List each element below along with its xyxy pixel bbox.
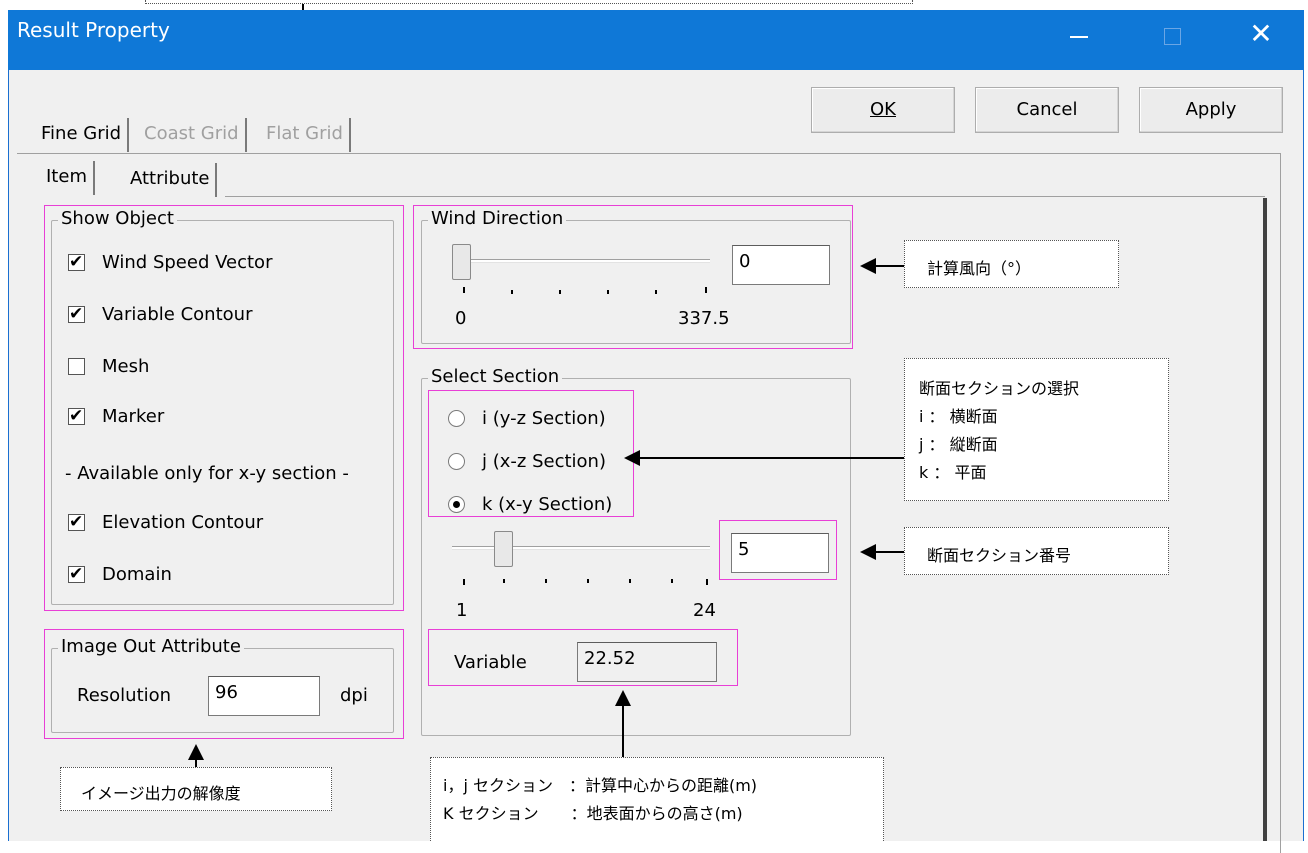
highlight-section-radios (428, 390, 634, 517)
slider-tick (463, 579, 465, 585)
callout-section-title: 断面セクションの選択 (919, 379, 1080, 398)
callout-image-resolution-text: イメージ出力の解像度 (81, 784, 241, 803)
callout-section-number: 断面セクション番号 (904, 527, 1169, 575)
panel-right-edge (1263, 198, 1267, 841)
select-section-legend: Select Section (428, 366, 563, 387)
title-bar (8, 10, 1304, 70)
top-callout-fragment (145, 0, 913, 4)
section-min-label: 1 (456, 600, 468, 621)
section-slider-track[interactable] (452, 546, 710, 550)
callout-image-resolution: イメージ出力の解像度 (60, 767, 332, 811)
slider-tick (629, 579, 631, 583)
callout-variable-line1: i，j セクション ：計算中心からの距離(m) (443, 776, 758, 795)
callout-variable: i，j セクション ：計算中心からの距離(m) K セクション ：地表面からの高… (430, 757, 884, 841)
highlight-variable (428, 629, 738, 686)
resolution-callout-arrow-head (188, 744, 204, 760)
ok-button[interactable]: OK (811, 87, 955, 133)
maximize-icon[interactable] (1164, 28, 1181, 45)
window-title: Result Property (17, 18, 170, 42)
tab-item[interactable]: Item (40, 161, 95, 195)
cancel-button-label: Cancel (1016, 99, 1078, 120)
ok-button-label: OK (870, 99, 896, 120)
tab-attribute[interactable]: Attribute (124, 163, 218, 197)
slider-tick (587, 579, 589, 583)
callout-wind-direction-text: 計算風向（°） (927, 259, 1032, 278)
tab-coast-grid[interactable]: Coast Grid (138, 118, 247, 152)
section-callout-arrow-line (640, 457, 904, 459)
section-callout-arrow-head (624, 450, 640, 466)
slider-tick (545, 579, 547, 583)
highlight-show-object (44, 205, 404, 611)
callout-section-i: i ： 横断面 (919, 407, 998, 426)
highlight-section-number (719, 520, 837, 580)
slider-tick (706, 579, 708, 585)
callout-section-select: 断面セクションの選択 i ： 横断面 j ： 縦断面 k ： 平面 (904, 358, 1169, 501)
tab-fine-grid[interactable]: Fine Grid (35, 118, 130, 152)
slider-tick (671, 579, 673, 583)
section-max-label: 24 (693, 600, 716, 621)
cancel-button[interactable]: Cancel (975, 87, 1119, 133)
variable-callout-arrow-head (615, 690, 631, 706)
highlight-image-out (44, 629, 404, 739)
section-slider-thumb[interactable] (494, 531, 513, 567)
highlight-wind-direction (413, 205, 853, 349)
apply-button[interactable]: Apply (1139, 87, 1283, 133)
callout-section-k: k ： 平面 (919, 463, 987, 482)
callout-variable-line2: K セクション ：地表面からの高さ(m) (443, 804, 743, 823)
number-callout-arrow-line (876, 551, 904, 553)
variable-callout-arrow-line (622, 706, 624, 758)
callout-wind-direction: 計算風向（°） (904, 240, 1119, 288)
callout-section-number-text: 断面セクション番号 (927, 546, 1072, 565)
tab-flat-grid[interactable]: Flat Grid (260, 118, 351, 152)
wind-callout-arrow-head (860, 258, 876, 274)
apply-button-label: Apply (1185, 99, 1237, 120)
close-icon[interactable]: ✕ (1245, 14, 1277, 54)
slider-tick (503, 579, 505, 583)
callout-section-j: j ： 縦断面 (919, 435, 998, 454)
wind-callout-arrow-line (876, 265, 904, 267)
number-callout-arrow-head (860, 544, 876, 560)
minimize-icon[interactable] (1070, 36, 1088, 38)
subtab-panel-border (225, 196, 1265, 197)
